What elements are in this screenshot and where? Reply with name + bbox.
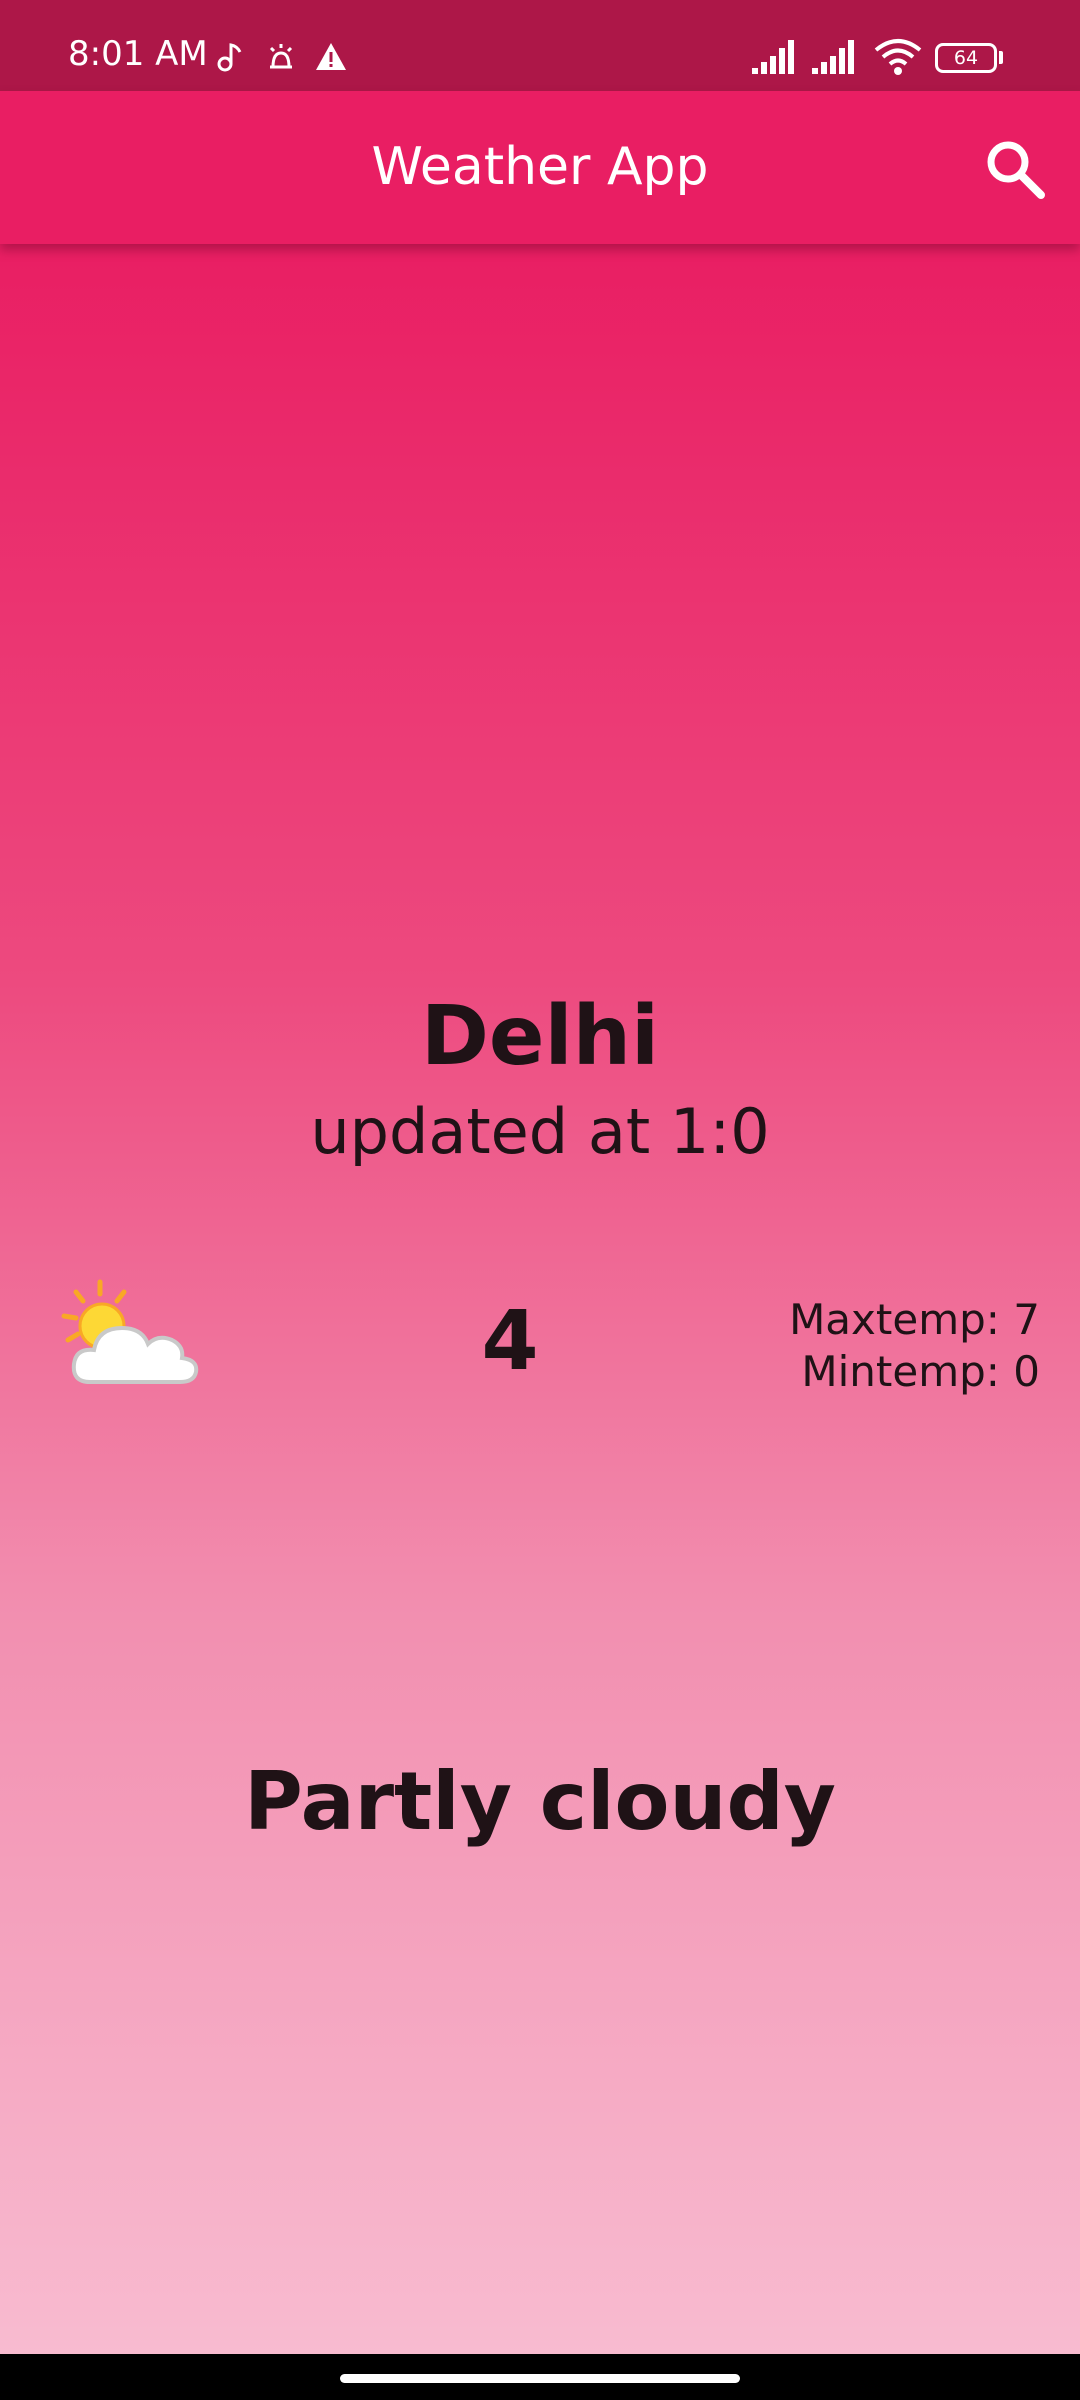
warning-icon [316,43,346,70]
temperature: 4 [481,1294,539,1389]
alarm-icon [269,44,293,69]
min-max-temperature: Maxtemp: 7 Mintemp: 0 [760,1294,1040,1398]
battery-icon: 64 [935,43,997,73]
status-time: 8:01 AM [68,34,208,74]
search-button[interactable] [975,129,1055,209]
min-temp: Mintemp: 0 [801,1347,1040,1396]
weather-body: Delhi updated at 1:0 4 Maxtemp: 7 Mintem… [0,244,1080,2354]
signal-icon [752,40,794,74]
navigation-bar [0,2354,1080,2400]
wifi-icon [874,39,922,75]
weather-app-screen: 8:01 AM 64 Weather App Delhi updated at … [0,0,1080,2400]
weather-condition: Partly cloudy [244,1755,836,1848]
updated-time: updated at 1:0 [310,1095,770,1168]
status-bar: 8:01 AM 64 [0,0,1080,91]
home-indicator[interactable] [340,2374,740,2383]
music-note-icon [217,43,242,72]
partly-cloudy-icon [61,1279,199,1384]
search-icon[interactable] [983,137,1047,201]
app-title: Weather App [371,137,709,197]
battery-tip [999,51,1003,64]
signal-icon [812,40,854,74]
city-name: Delhi [420,989,660,1084]
max-temp: Maxtemp: 7 [789,1295,1040,1344]
app-bar: Weather App [0,91,1080,244]
